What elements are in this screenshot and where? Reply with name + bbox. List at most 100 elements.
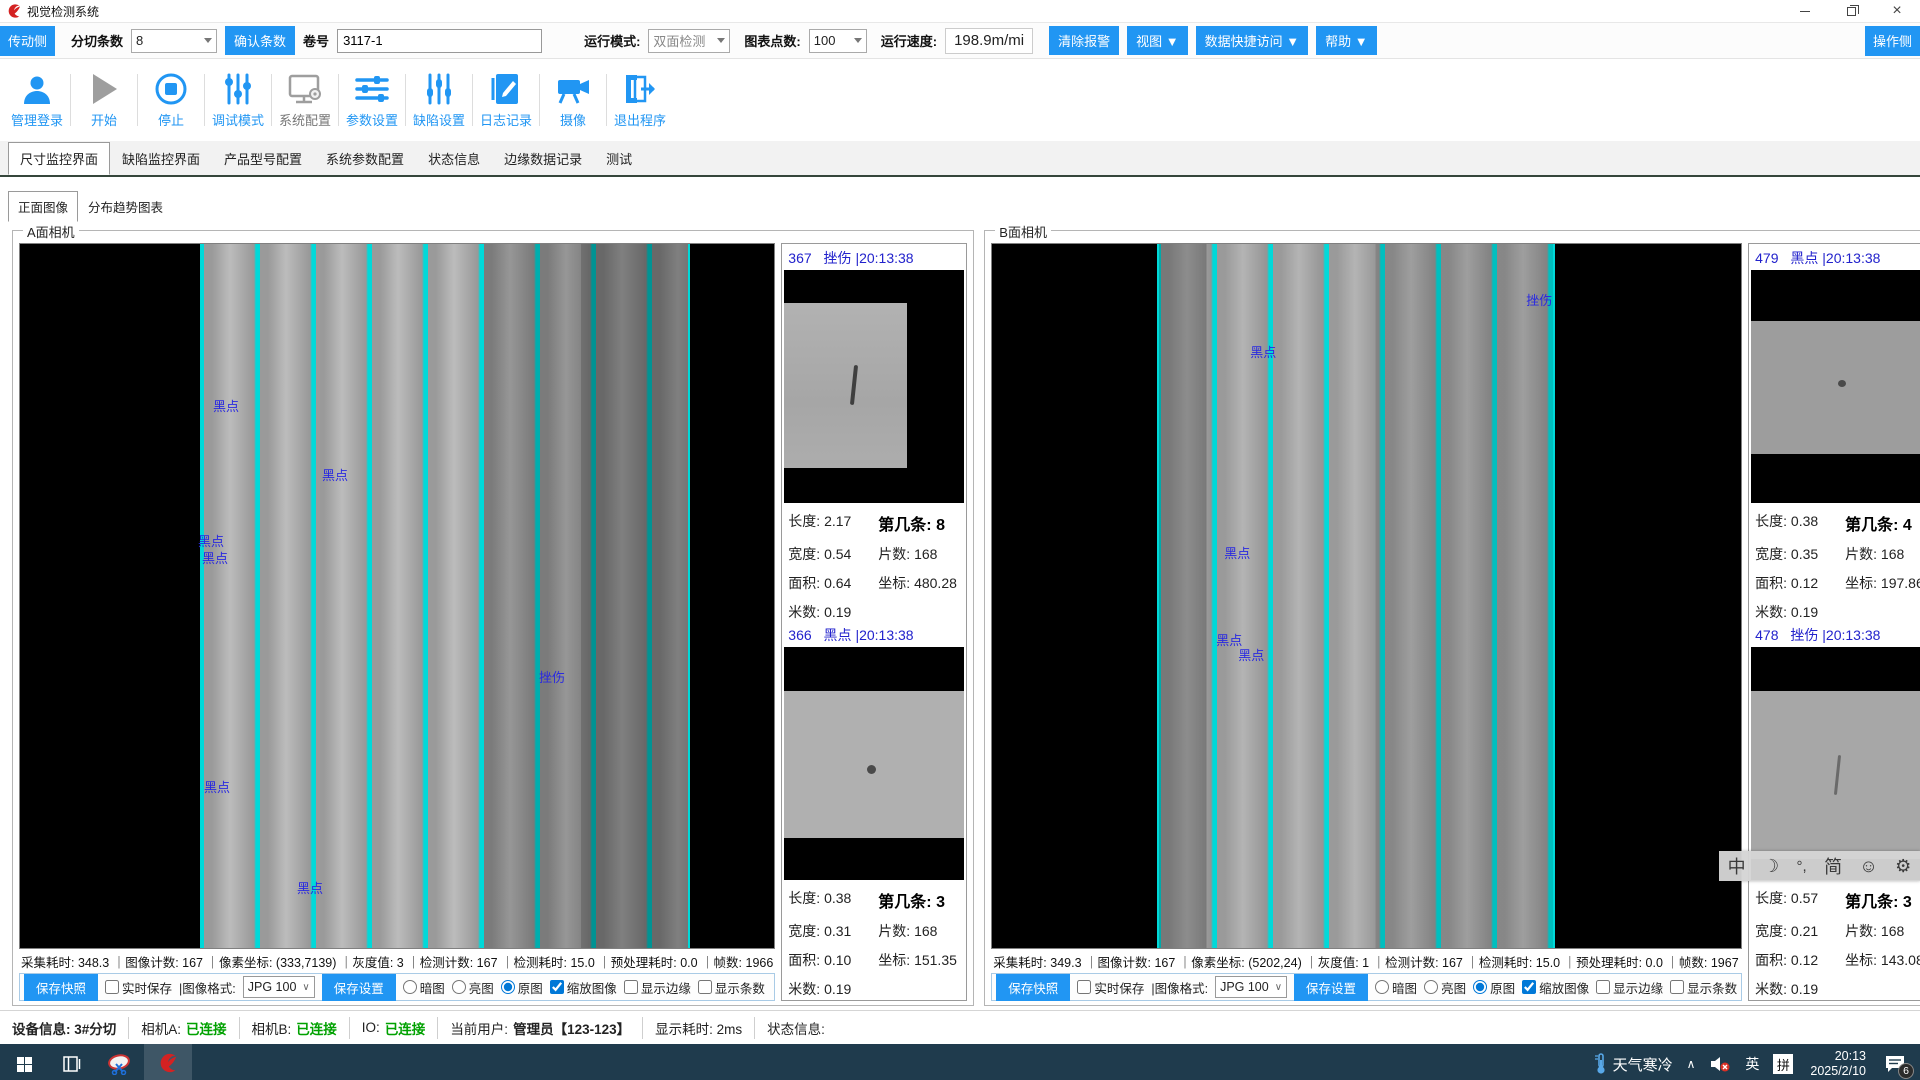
action-center-button[interactable]: 6 bbox=[1876, 1044, 1920, 1080]
system-config-button[interactable]: 系统配置 bbox=[272, 67, 338, 133]
tab-defect-monitor[interactable]: 缺陷监控界面 bbox=[110, 142, 212, 175]
roll-number-input[interactable] bbox=[337, 29, 542, 53]
run-mode-select[interactable]: 双面检测 bbox=[648, 29, 730, 53]
params-settings-button[interactable]: 参数设置 bbox=[339, 67, 405, 133]
defect-meters: 米数: 0.19 bbox=[1755, 602, 1845, 622]
tab-front-image[interactable]: 正面图像 bbox=[8, 191, 78, 222]
start-button[interactable]: 开始 bbox=[71, 67, 137, 133]
task-view-button[interactable] bbox=[48, 1044, 96, 1080]
help-menu-button[interactable]: 帮助 ▼ bbox=[1316, 26, 1376, 55]
minimize-button[interactable] bbox=[1782, 0, 1828, 22]
tab-test[interactable]: 测试 bbox=[594, 142, 644, 175]
debug-mode-button[interactable]: 调试模式 bbox=[205, 67, 271, 133]
emoji-icon[interactable]: ☺ bbox=[1859, 856, 1877, 877]
snipping-tool-button[interactable] bbox=[96, 1044, 144, 1080]
show-edge-checkbox[interactable] bbox=[1596, 980, 1610, 994]
stop-button[interactable]: 停止 bbox=[138, 67, 204, 133]
close-button[interactable]: × bbox=[1874, 0, 1920, 22]
defect-card[interactable]: 366 黑点 |20:13:38 长度: 0.38 第几条: 3 bbox=[784, 622, 964, 999]
show-edge-checkbox[interactable] bbox=[624, 980, 638, 994]
dark-image-radio[interactable] bbox=[1375, 980, 1389, 994]
vision-app-taskbar-button[interactable] bbox=[144, 1044, 192, 1080]
punctuation-mode-icon[interactable]: °, bbox=[1797, 858, 1807, 875]
defect-area: 面积: 0.64 bbox=[788, 573, 878, 593]
defect-card[interactable]: 479 黑点 |20:13:38 长度: 0.38 第几条: 4 bbox=[1751, 245, 1920, 622]
admin-login-button[interactable]: 管理登录 bbox=[4, 67, 70, 133]
title-bar: 视觉检测系统 × bbox=[0, 0, 1920, 22]
simplified-chinese-toggle[interactable]: 简 bbox=[1824, 853, 1842, 879]
defect-thumbnail[interactable] bbox=[784, 270, 964, 503]
icon-label: 日志记录 bbox=[480, 110, 532, 129]
image-format-select[interactable]: JPG 100 ∨ bbox=[1215, 976, 1287, 998]
tab-system-params-config[interactable]: 系统参数配置 bbox=[314, 142, 416, 175]
defect-thumbnail[interactable] bbox=[784, 647, 964, 880]
gear-icon[interactable]: ⚙ bbox=[1895, 856, 1911, 877]
defect-thumbnail[interactable] bbox=[1751, 647, 1920, 880]
language-indicator[interactable]: 英 bbox=[1738, 1044, 1766, 1080]
hidden-icons-button[interactable]: ∧ bbox=[1680, 1044, 1703, 1080]
image-format-select[interactable]: JPG 100 ∨ bbox=[243, 976, 315, 998]
defect-coordinate: 坐标: 197.86 bbox=[1845, 573, 1920, 593]
defect-card[interactable]: 478 挫伤 |20:13:38 长度: 0.57 第几条: 3 bbox=[1751, 622, 1920, 999]
bright-image-radio[interactable] bbox=[452, 980, 466, 994]
show-count-checkbox[interactable] bbox=[1670, 980, 1684, 994]
volume-muted-button[interactable] bbox=[1702, 1044, 1738, 1080]
capture-button[interactable]: 摄像 bbox=[540, 67, 606, 133]
data-quick-access-button[interactable]: 数据快捷访问 ▼ bbox=[1196, 26, 1308, 55]
clear-alarm-button[interactable]: 清除报警 bbox=[1049, 26, 1119, 55]
zoom-image-checkbox[interactable] bbox=[550, 980, 564, 994]
save-settings-button[interactable]: 保存设置 bbox=[322, 974, 396, 1001]
defect-area: 面积: 0.10 bbox=[788, 950, 878, 970]
main-content: A面相机 黑点 黑点 黑点 黑点 挫伤 黑点 黑点 采集耗时: 348.3 ｜图… bbox=[0, 222, 1920, 1010]
log-record-button[interactable]: 日志记录 bbox=[473, 67, 539, 133]
confirm-count-button[interactable]: 确认条数 bbox=[225, 26, 295, 55]
weather-text: 天气寒冷 bbox=[1613, 1054, 1673, 1075]
weather-widget[interactable]: 天气寒冷 bbox=[1587, 1044, 1680, 1080]
original-image-radio[interactable] bbox=[1473, 980, 1487, 994]
operator-side-button[interactable]: 操作侧 bbox=[1865, 26, 1920, 56]
image-format-label: |图像格式: bbox=[179, 978, 236, 997]
dark-image-radio[interactable] bbox=[403, 980, 417, 994]
chevron-down-icon bbox=[854, 38, 862, 43]
camera-a-image[interactable]: 黑点 黑点 黑点 黑点 挫伤 黑点 黑点 bbox=[19, 243, 775, 949]
taskbar-clock[interactable]: 20:13 2025/2/10 bbox=[1800, 1044, 1876, 1080]
defect-card[interactable]: 367 挫伤 |20:13:38 长度: 2.17 第几条: 8 bbox=[784, 245, 964, 622]
restore-button[interactable] bbox=[1828, 0, 1874, 22]
defect-width: 宽度: 0.21 bbox=[1755, 921, 1845, 941]
ime-mode-chinese[interactable]: 中 bbox=[1728, 853, 1746, 879]
show-count-checkbox[interactable] bbox=[698, 980, 712, 994]
tab-size-monitor[interactable]: 尺寸监控界面 bbox=[8, 142, 110, 175]
tab-product-model-config[interactable]: 产品型号配置 bbox=[212, 142, 314, 175]
exit-program-button[interactable]: 退出程序 bbox=[607, 67, 673, 133]
save-snapshot-button[interactable]: 保存快照 bbox=[24, 974, 98, 1001]
chevron-down-icon bbox=[717, 38, 725, 43]
video-camera-icon bbox=[554, 72, 592, 106]
save-snapshot-button[interactable]: 保存快照 bbox=[996, 974, 1070, 1001]
view-menu-button[interactable]: 视图 ▼ bbox=[1127, 26, 1187, 55]
tab-trend-chart[interactable]: 分布趋势图表 bbox=[78, 191, 173, 222]
camera-a-group: A面相机 黑点 黑点 黑点 黑点 挫伤 黑点 黑点 采集耗时: 348.3 ｜图… bbox=[12, 230, 974, 1006]
camera-b-image[interactable]: 黑点 挫伤 黑点 黑点 黑点 bbox=[991, 243, 1742, 949]
defect-thumbnail[interactable] bbox=[1751, 270, 1920, 503]
defect-id: 479 bbox=[1755, 250, 1778, 266]
drive-side-button[interactable]: 传动侧 bbox=[0, 26, 55, 56]
defect-type: 挫伤 bbox=[824, 250, 852, 266]
zoom-image-checkbox[interactable] bbox=[1522, 980, 1536, 994]
tab-edge-data-record[interactable]: 边缘数据记录 bbox=[492, 142, 594, 175]
bright-image-radio[interactable] bbox=[1424, 980, 1438, 994]
defect-type: 黑点 bbox=[1790, 250, 1818, 266]
realtime-save-checkbox[interactable] bbox=[1077, 980, 1091, 994]
icon-label: 系统配置 bbox=[279, 110, 331, 129]
tab-status-info[interactable]: 状态信息 bbox=[416, 142, 492, 175]
save-settings-button[interactable]: 保存设置 bbox=[1294, 974, 1368, 1001]
defect-settings-button[interactable]: 缺陷设置 bbox=[406, 67, 472, 133]
chart-points-select[interactable]: 100 bbox=[809, 29, 867, 53]
original-image-radio[interactable] bbox=[501, 980, 515, 994]
show-count-label: 显示条数 bbox=[1687, 978, 1737, 997]
ime-indicator[interactable]: 拼 bbox=[1766, 1044, 1800, 1080]
slit-count-select[interactable]: 8 bbox=[131, 29, 217, 53]
realtime-save-checkbox[interactable] bbox=[105, 980, 119, 994]
moon-fullwidth-icon[interactable]: ☽ bbox=[1763, 856, 1779, 877]
start-button[interactable] bbox=[0, 1044, 48, 1080]
camera-a-status-line: 采集耗时: 348.3 ｜图像计数: 167 ｜像素坐标: (333,7139)… bbox=[19, 949, 775, 973]
